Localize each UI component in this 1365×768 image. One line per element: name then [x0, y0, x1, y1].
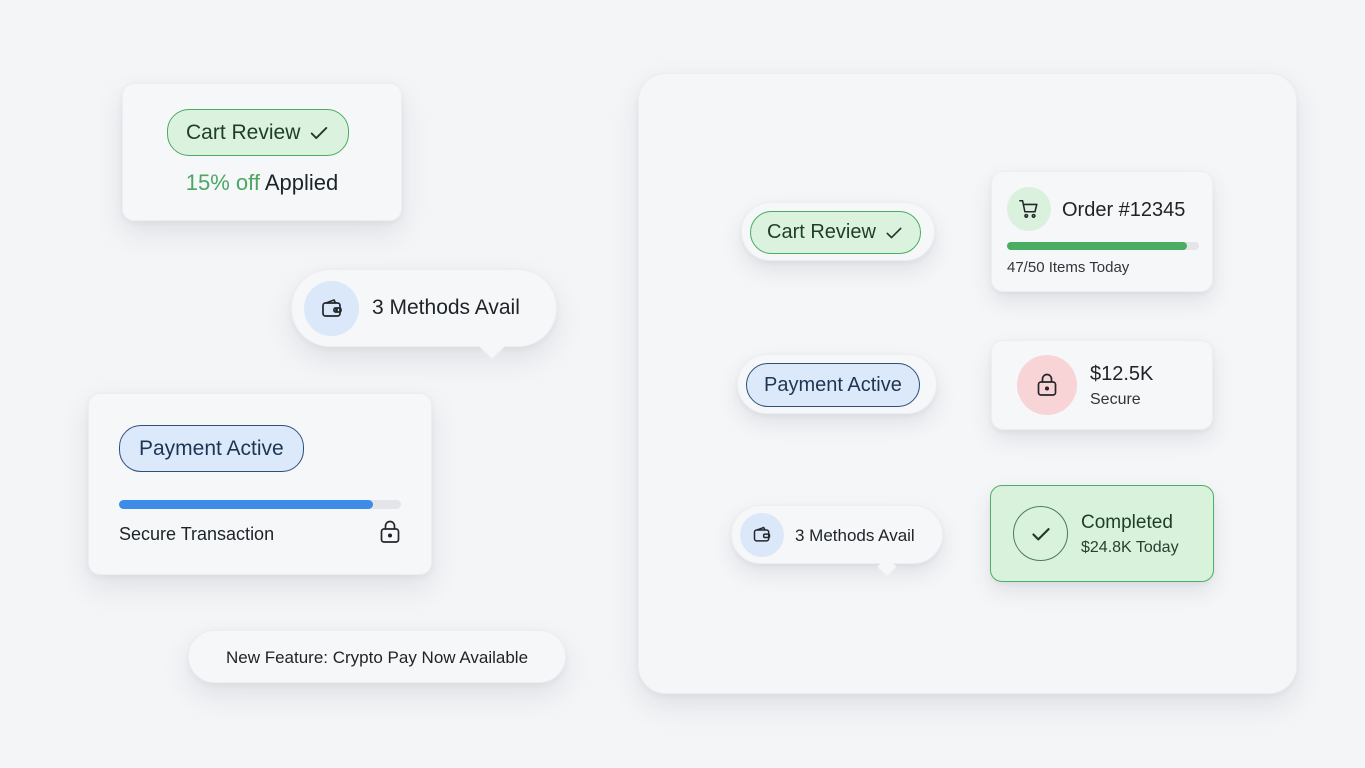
panel-methods-label: 3 Methods Avail — [795, 526, 915, 545]
lock-icon — [1037, 373, 1057, 396]
transaction-progress-fill — [119, 500, 373, 509]
completed-check-ring — [1013, 506, 1068, 561]
discount-line: 15% off Applied — [123, 170, 401, 196]
order-caption: 47/50 Items Today — [1007, 259, 1130, 276]
panel-cart-review-chip[interactable]: Cart Review — [741, 202, 935, 261]
new-feature-label: New Feature: Crypto Pay Now Available — [225, 648, 529, 667]
secure-amount-card[interactable]: $12.5K Secure — [991, 340, 1213, 430]
wallet-icon — [753, 526, 771, 542]
discount-value: 15% off — [185, 170, 260, 195]
panel-payment-active-label: Payment Active — [764, 373, 902, 396]
panel-payment-active-pill: Payment Active — [746, 363, 920, 407]
transaction-progress-track — [119, 500, 401, 509]
order-title: Order #12345 — [1062, 199, 1186, 221]
payment-methods-bubble[interactable]: 3 Methods Avail — [291, 269, 557, 347]
completed-title: Completed — [1081, 512, 1173, 533]
secure-transaction-label: Secure Transaction — [119, 524, 275, 544]
wallet-icon-circle — [304, 281, 359, 336]
order-progress-track — [1007, 242, 1199, 250]
secure-amount: $12.5K — [1090, 363, 1154, 385]
cart-review-label: Cart Review — [186, 120, 301, 144]
panel-payment-active-chip[interactable]: Payment Active — [737, 354, 937, 414]
order-progress-fill — [1007, 242, 1188, 250]
cart-review-card: Cart Review 15% off Applied — [122, 83, 402, 221]
wallet-icon — [321, 298, 342, 317]
payment-active-pill[interactable]: Payment Active — [119, 425, 304, 472]
methods-label: 3 Methods Avail — [372, 296, 520, 319]
cart-icon-circle — [1007, 187, 1051, 231]
cart-icon — [1019, 199, 1038, 218]
check-icon — [311, 126, 328, 139]
check-icon — [886, 227, 902, 238]
completed-caption: $24.8K Today — [1081, 539, 1179, 556]
discount-suffix: Applied — [264, 170, 339, 195]
wallet-icon-circle — [740, 513, 784, 557]
payment-active-card: Payment Active Secure Transaction — [88, 393, 432, 575]
panel-methods-bubble[interactable]: 3 Methods Avail — [731, 505, 943, 564]
new-feature-pill[interactable]: New Feature: Crypto Pay Now Available — [188, 630, 566, 683]
panel-cart-review-label: Cart Review — [767, 221, 876, 243]
lock-icon — [380, 520, 400, 543]
check-icon — [1031, 527, 1050, 540]
payment-active-label: Payment Active — [139, 436, 284, 460]
lock-icon-circle — [1017, 355, 1077, 415]
completed-card[interactable]: Completed $24.8K Today — [990, 485, 1214, 582]
cart-review-pill[interactable]: Cart Review — [167, 109, 350, 156]
secure-caption: Secure — [1090, 391, 1141, 408]
panel-cart-review-pill: Cart Review — [750, 211, 921, 254]
order-card[interactable]: Order #12345 47/50 Items Today — [991, 171, 1213, 292]
